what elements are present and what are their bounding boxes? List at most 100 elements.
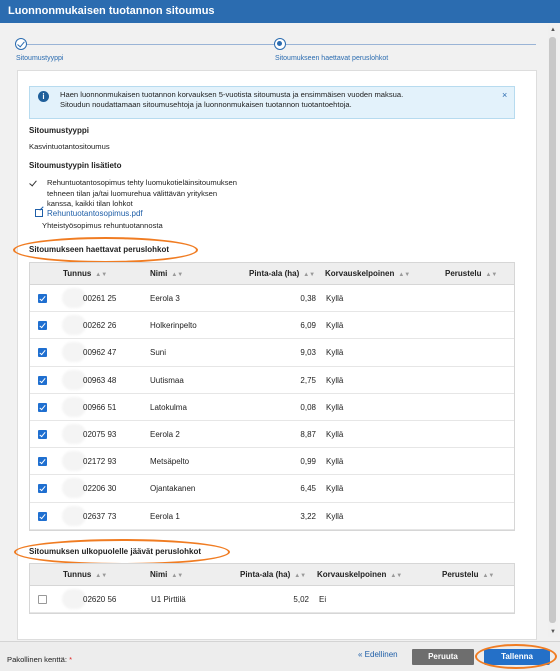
- table-body: 02620 56 U1 Pirttilä 5,02 Ei: [30, 586, 514, 614]
- commitment-extra-line-3: kanssa, kaikki tilan lohkot: [47, 199, 133, 208]
- sort-icon[interactable]: ▲▼: [95, 573, 107, 579]
- row-checkbox[interactable]: [38, 457, 47, 467]
- cell-korvauskelpoinen: Kyllä: [326, 402, 344, 412]
- row-checkbox[interactable]: [38, 402, 47, 412]
- scroll-thumb[interactable]: [549, 37, 556, 623]
- cell-korvauskelpoinen: Ei: [319, 595, 327, 604]
- commitment-type-label: Sitoumustyyppi: [29, 126, 90, 135]
- close-icon[interactable]: ×: [502, 90, 507, 100]
- cell-nimi: Suni: [150, 348, 167, 358]
- row-checkbox[interactable]: [38, 595, 47, 604]
- cell-nimi: Eerola 3: [150, 294, 180, 303]
- vertical-scrollbar[interactable]: ▲ ▼: [548, 25, 558, 637]
- info-line-1: Haen luonnonmukaisen tuotannon korvaukse…: [60, 90, 404, 99]
- cell-tunnus: 00966 51: [83, 402, 117, 412]
- file-description: Yhteistyösopimus rehuntuotannosta: [42, 221, 163, 230]
- dialog-title: Luonnonmukaisen tuotannon sitoumus: [0, 0, 560, 23]
- step-2-current-icon[interactable]: [274, 38, 286, 50]
- row-checkbox[interactable]: [38, 511, 47, 521]
- table-row[interactable]: 02620 56 U1 Pirttilä 5,02 Ei: [30, 586, 514, 614]
- info-notice: i Haen luonnonmukaisen tuotannon korvauk…: [29, 86, 515, 119]
- highlight-oval-save: [475, 644, 557, 669]
- cell-tunnus: 00261 25: [83, 294, 117, 303]
- scroll-down-arrow-icon[interactable]: ▼: [549, 628, 557, 636]
- step-1-check-icon[interactable]: [15, 38, 27, 50]
- header-pinta-ala[interactable]: Pinta-ala (ha) ▲▼: [240, 570, 306, 579]
- table-row[interactable]: 02172 93 Metsäpelto 0,99 Kyllä: [30, 448, 514, 476]
- sort-icon[interactable]: ▲▼: [171, 573, 183, 579]
- cell-korvauskelpoinen: Kyllä: [326, 511, 344, 521]
- cell-pinta-ala: 2,75: [300, 375, 316, 385]
- sort-icon[interactable]: ▲▼: [95, 272, 107, 278]
- cell-tunnus: 02620 56: [83, 595, 117, 604]
- info-icon: i: [38, 91, 49, 102]
- cancel-button[interactable]: Peruuta: [412, 649, 474, 665]
- header-korvauskelpoinen[interactable]: Korvauskelpoinen ▲▼: [317, 570, 402, 579]
- header-tunnus[interactable]: Tunnus ▲▼: [63, 269, 107, 278]
- sort-icon[interactable]: ▲▼: [303, 272, 315, 278]
- cell-pinta-ala: 8,87: [300, 429, 316, 439]
- row-checkbox[interactable]: [38, 294, 47, 303]
- cell-tunnus: 00963 48: [83, 375, 117, 385]
- sort-icon[interactable]: ▲▼: [398, 272, 410, 278]
- row-checkbox[interactable]: [38, 348, 47, 358]
- sort-icon[interactable]: ▲▼: [485, 272, 497, 278]
- cell-nimi: Metsäpelto: [150, 457, 190, 467]
- header-korvauskelpoinen[interactable]: Korvauskelpoinen ▲▼: [325, 269, 410, 278]
- excluded-parcels-table: Tunnus ▲▼ Nimi ▲▼ Pinta-ala (ha) ▲▼ Korvaus…: [29, 563, 515, 615]
- excluded-section-title: Sitoumuksen ulkopuolelle jäävät perusloh…: [29, 547, 202, 556]
- sort-icon[interactable]: ▲▼: [171, 272, 183, 278]
- included-parcels-table: Tunnus ▲▼ Nimi ▲▼ Pinta-ala (ha) ▲▼ Korvaus…: [29, 262, 515, 531]
- table-header: Tunnus ▲▼ Nimi ▲▼ Pinta-ala (ha) ▲▼ Korvaus…: [30, 263, 514, 285]
- header-perustelu[interactable]: Perustelu ▲▼: [442, 570, 494, 579]
- table-row[interactable]: 00261 25 Eerola 3 0,38 Kyllä: [30, 285, 514, 313]
- table-row[interactable]: 02637 73 Eerola 1 3,22 Kyllä: [30, 503, 514, 530]
- header-pinta-ala[interactable]: Pinta-ala (ha) ▲▼: [249, 269, 315, 278]
- external-link-icon[interactable]: [35, 209, 43, 217]
- commitment-extra-label: Sitoumustyypin lisätieto: [29, 161, 122, 170]
- row-checkbox[interactable]: [38, 375, 47, 385]
- header-nimi[interactable]: Nimi ▲▼: [150, 269, 183, 278]
- table-header: Tunnus ▲▼ Nimi ▲▼ Pinta-ala (ha) ▲▼ Korvaus…: [30, 564, 514, 586]
- stepper-line: [22, 44, 274, 45]
- table-row[interactable]: 02206 30 Ojantakanen 6,45 Kyllä: [30, 475, 514, 503]
- table-row[interactable]: 00963 48 Uutismaa 2,75 Kyllä: [30, 367, 514, 394]
- table-row[interactable]: 02075 93 Eerola 2 8,87 Kyllä: [30, 421, 514, 449]
- cell-pinta-ala: 6,45: [300, 484, 316, 494]
- step-2-label[interactable]: Sitoumukseen haettavat peruslohkot: [275, 55, 388, 62]
- info-line-2: Sitoudun noudattamaan sitoumusehtoja ja …: [60, 100, 352, 109]
- previous-link[interactable]: « Edellinen: [358, 650, 398, 659]
- required-field-note: Pakollinen kenttä: *: [7, 655, 73, 664]
- commitment-type-value: Kasvintuotantositoumus: [29, 142, 110, 151]
- info-text: Haen luonnonmukaisen tuotannon korvaukse…: [60, 90, 500, 110]
- cell-tunnus: 02637 73: [83, 511, 117, 521]
- cell-tunnus: 02206 30: [83, 484, 117, 494]
- cell-nimi: Ojantakanen: [150, 484, 196, 494]
- cell-korvauskelpoinen: Kyllä: [326, 457, 344, 467]
- stepper-line: [286, 44, 536, 45]
- cell-korvauskelpoinen: Kyllä: [326, 429, 344, 439]
- sort-icon[interactable]: ▲▼: [390, 573, 402, 579]
- table-row[interactable]: 00966 51 Latokulma 0,08 Kyllä: [30, 394, 514, 421]
- row-checkbox[interactable]: [38, 484, 47, 494]
- table-row[interactable]: 00962 47 Suni 9,03 Kyllä: [30, 339, 514, 367]
- row-checkbox[interactable]: [38, 321, 47, 331]
- cell-korvauskelpoinen: Kyllä: [326, 484, 344, 494]
- file-link[interactable]: Rehuntuotantosopimus.pdf: [47, 209, 143, 218]
- included-section-title: Sitoumukseen haettavat peruslohkot: [29, 245, 170, 254]
- cell-tunnus: 02172 93: [83, 457, 117, 467]
- cell-pinta-ala: 3,22: [300, 511, 316, 521]
- sort-icon[interactable]: ▲▼: [294, 573, 306, 579]
- row-checkbox[interactable]: [38, 429, 47, 439]
- commitment-dialog: Luonnonmukaisen tuotannon sitoumus Sitou…: [0, 0, 560, 671]
- table-row[interactable]: 00262 26 Holkerinpelto 6,09 Kyllä: [30, 312, 514, 340]
- cell-pinta-ala: 9,03: [300, 348, 316, 358]
- required-star: *: [69, 655, 73, 664]
- step-1-label[interactable]: Sitoumustyyppi: [16, 55, 63, 62]
- cell-tunnus: 02075 93: [83, 429, 117, 439]
- header-perustelu[interactable]: Perustelu ▲▼: [445, 269, 497, 278]
- header-nimi[interactable]: Nimi ▲▼: [150, 570, 183, 579]
- header-tunnus[interactable]: Tunnus ▲▼: [63, 570, 107, 579]
- sort-icon[interactable]: ▲▼: [482, 573, 494, 579]
- scroll-up-arrow-icon[interactable]: ▲: [549, 26, 557, 34]
